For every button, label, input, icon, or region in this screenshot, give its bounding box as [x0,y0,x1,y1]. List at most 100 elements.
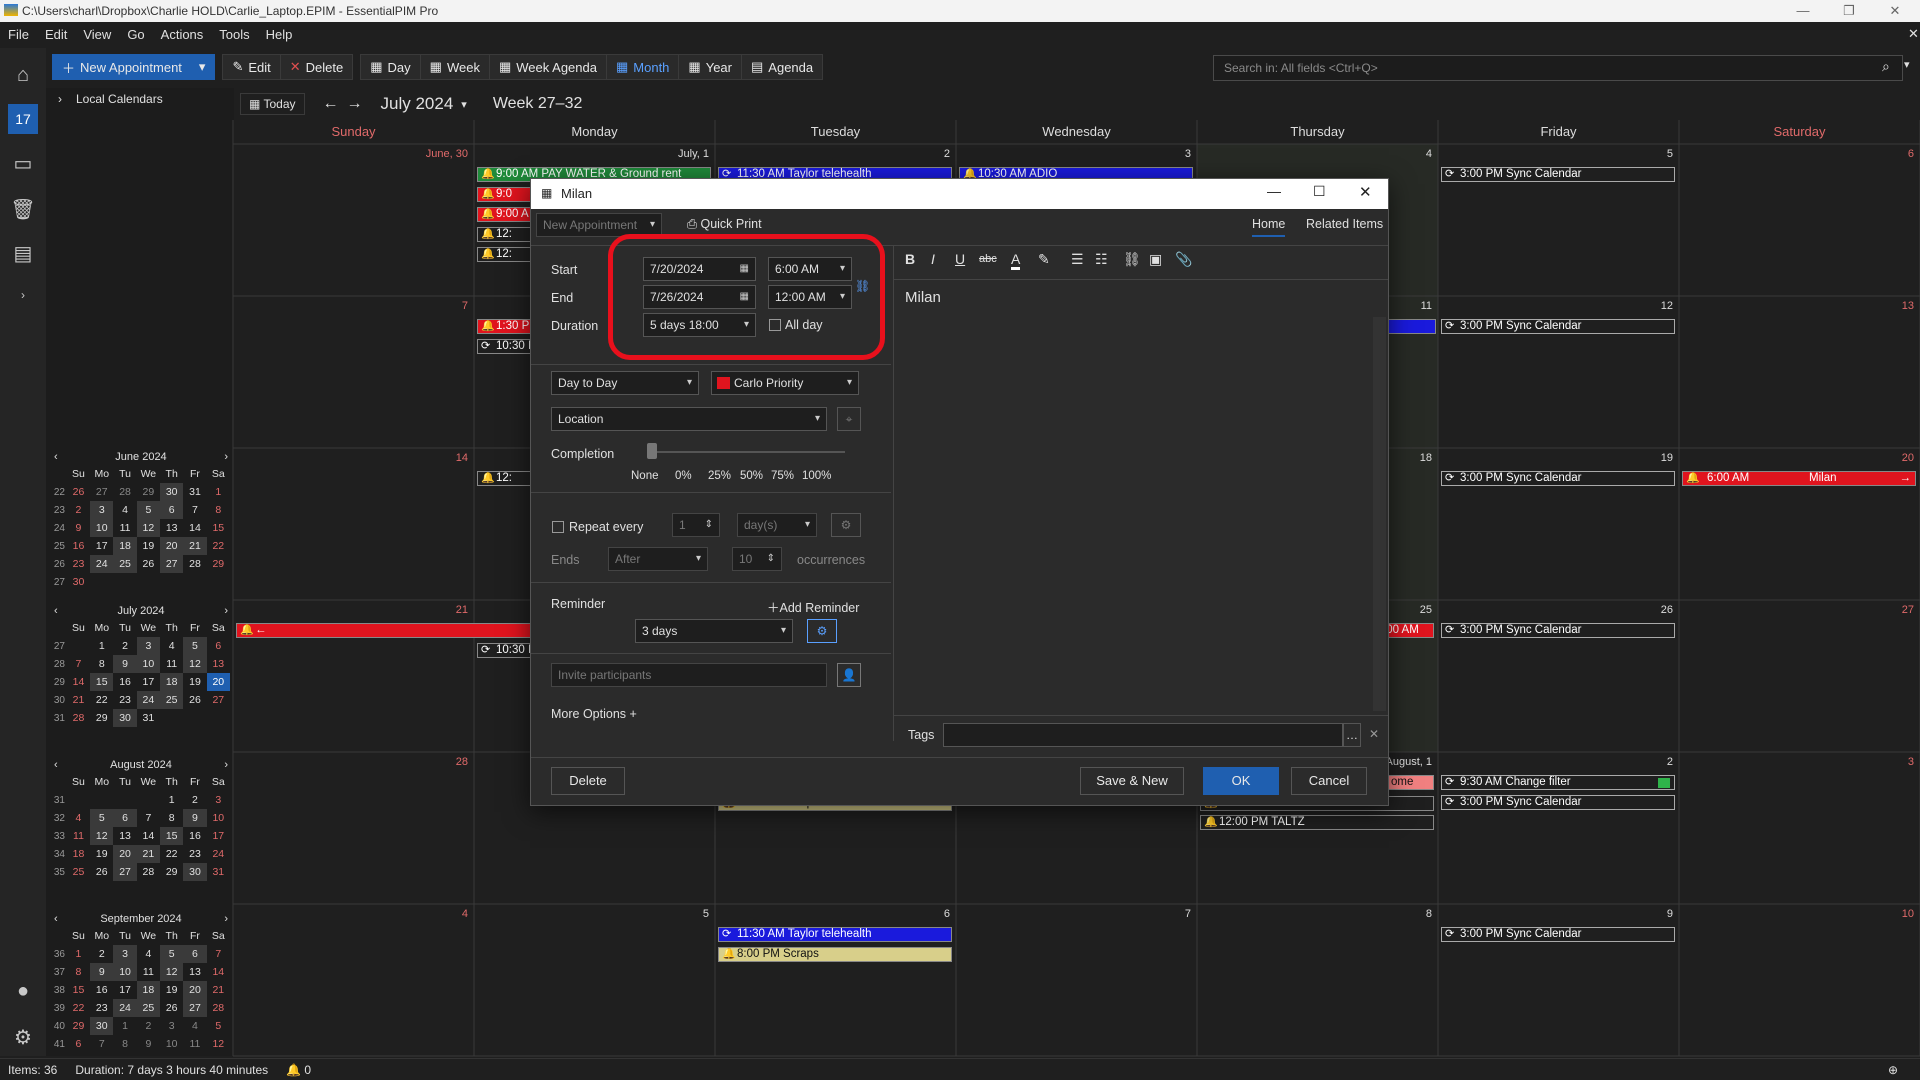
mini-calendar-day[interactable]: 11 [183,1035,206,1053]
mini-calendar-day[interactable] [90,573,113,591]
event-fragment[interactable]: 🔔 12: [477,247,537,262]
event-sync-calendar[interactable]: ⟳ 3:00 PM Sync Calendar [1441,319,1675,334]
repeat-checkbox[interactable] [552,521,564,533]
attachment-icon[interactable]: 📎 [1175,251,1192,268]
repeat-count-field[interactable]: 1 ⇕ [672,513,720,537]
mini-calendar-day[interactable]: 29 [160,863,183,881]
day-number[interactable]: 20 [1830,452,1914,464]
mini-calendar-day[interactable]: 28 [207,999,230,1017]
mini-calendar-day[interactable]: 29 [67,1017,90,1035]
day-number[interactable]: 10 [1830,908,1914,920]
mini-calendar-day[interactable]: 5 [207,1017,230,1035]
prev-month-icon[interactable]: ‹ [54,605,58,617]
day-number[interactable]: 21 [384,604,468,616]
mini-calendar-day[interactable]: 10 [136,655,161,673]
next-month-icon[interactable]: › [224,913,228,925]
mini-calendar-day[interactable]: 13 [183,963,206,981]
event-taylor-telehealth[interactable]: ⟳ 11:30 AM Taylor telehealth [718,927,952,942]
mini-calendar-day[interactable]: 30 [67,573,90,591]
mini-calendar-day[interactable]: 21 [67,691,90,709]
mini-calendar-day[interactable]: 10 [160,1035,183,1053]
mini-calendar-day[interactable]: 24 [90,555,114,573]
day-number[interactable]: 19 [1589,452,1673,464]
mini-calendar-day[interactable]: 19 [160,981,183,999]
mini-calendar-day[interactable]: 3 [136,637,161,655]
mini-calendar-day[interactable]: 8 [160,809,183,827]
bold-icon[interactable]: B [905,251,915,267]
mini-calendar-day[interactable]: 2 [90,945,113,963]
mini-calendar-day[interactable]: 11 [137,963,160,981]
mini-calendar-day[interactable]: 26 [90,863,113,881]
mini-calendar-day[interactable]: 28 [67,709,90,727]
day-number[interactable]: 3 [1830,756,1914,768]
mini-calendar-day[interactable]: 3 [207,791,230,809]
mini-calendar-day[interactable]: 19 [137,537,160,555]
ends-count-field[interactable]: 10 ⇕ [732,547,782,571]
mini-calendar-day[interactable]: 1 [160,791,183,809]
mini-calendar-day[interactable]: 7 [183,501,206,519]
add-reminder-button[interactable]: ＋Add Reminder [767,597,859,616]
mini-calendar-day[interactable]: 1 [67,945,90,963]
mini-calendar-day[interactable]: 11 [160,655,183,673]
mini-calendar-day[interactable]: 15 [90,673,114,691]
mini-calendar-day[interactable]: 12 [160,963,184,981]
cancel-button[interactable]: Cancel [1291,767,1367,795]
mini-calendar-day[interactable]: 18 [67,845,90,863]
mini-calendar-day[interactable]: 9 [67,519,90,537]
mini-calendar-day[interactable]: 17 [207,827,230,845]
day-number[interactable]: 7 [384,300,468,312]
mini-calendar-day[interactable]: 17 [90,537,113,555]
mini-calendar-day[interactable]: 13 [113,827,136,845]
day-number[interactable]: June, 30 [384,148,468,160]
day-number[interactable]: July, 1 [625,148,709,160]
mini-calendar-day[interactable]: 2 [67,501,90,519]
maximize-icon[interactable]: ☐ [1313,183,1326,200]
day-number[interactable]: 4 [1348,148,1432,160]
completion-slider-thumb[interactable] [647,443,657,459]
mini-calendar-day[interactable]: 5 [136,501,161,519]
mini-calendar-day[interactable] [67,791,90,809]
mini-calendar-day[interactable]: 23 [113,691,136,709]
mini-calendar-day[interactable]: 28 [137,863,160,881]
mini-calendar-day[interactable]: 31 [207,863,230,881]
mini-calendar-day[interactable]: 7 [137,809,160,827]
next-month-icon[interactable]: › [224,759,228,771]
mini-calendar-day[interactable]: 19 [90,845,113,863]
day-number[interactable]: 5 [1589,148,1673,160]
mini-calendar-day[interactable]: 27 [113,863,137,881]
mini-calendar-day[interactable]: 25 [67,863,90,881]
mini-calendar-day[interactable]: 9 [137,1035,160,1053]
globe-icon[interactable]: ⊕ [1888,1063,1898,1077]
delete-button[interactable]: Delete [551,767,625,795]
mini-calendar-day[interactable]: 12 [90,827,114,845]
event-scraps[interactable]: 🔔8:00 PM Scraps [718,947,952,962]
mini-calendar-day[interactable]: 4 [137,945,160,963]
mini-calendar-day[interactable]: 22 [67,999,90,1017]
map-pin-icon[interactable]: ⌖ [837,407,861,431]
mini-calendar-day[interactable]: 7 [90,1035,113,1053]
mini-calendar-day[interactable]: 6 [160,501,184,519]
day-number[interactable]: 6 [866,908,950,920]
event-sync-calendar[interactable]: ⟳ 3:00 PM Sync Calendar [1441,795,1675,810]
location-field[interactable]: Location ▾ [551,407,827,431]
mini-calendar-day[interactable] [207,709,230,727]
mini-calendar-day[interactable]: 23 [67,555,90,573]
mini-calendar-day[interactable]: 26 [183,691,206,709]
mini-calendar-day[interactable]: 18 [160,673,184,691]
day-number[interactable]: 3 [1107,148,1191,160]
event-taltz[interactable]: 🔔 12:00 PM TALTZ [1200,815,1434,830]
mini-calendar-day[interactable]: 14 [137,827,160,845]
mini-calendar-day[interactable] [113,791,136,809]
mini-calendar-day[interactable]: 31 [137,709,160,727]
mini-calendar-day[interactable]: 10 [90,519,114,537]
mini-calendar-day[interactable]: 8 [207,501,230,519]
mini-calendar-day[interactable]: 10 [113,963,137,981]
mini-calendar-day[interactable]: 23 [90,999,113,1017]
mini-calendar-day[interactable]: 27 [90,483,113,501]
mini-calendar-day[interactable]: 12 [136,519,161,537]
mini-calendar-day[interactable]: 8 [90,655,113,673]
day-number[interactable]: 9 [1589,908,1673,920]
mini-calendar-day[interactable]: 14 [183,519,206,537]
priority-dropdown[interactable]: Carlo Priority ▾ [711,371,859,395]
event-fragment[interactable]: ⟳ 10:30 I [477,643,533,658]
